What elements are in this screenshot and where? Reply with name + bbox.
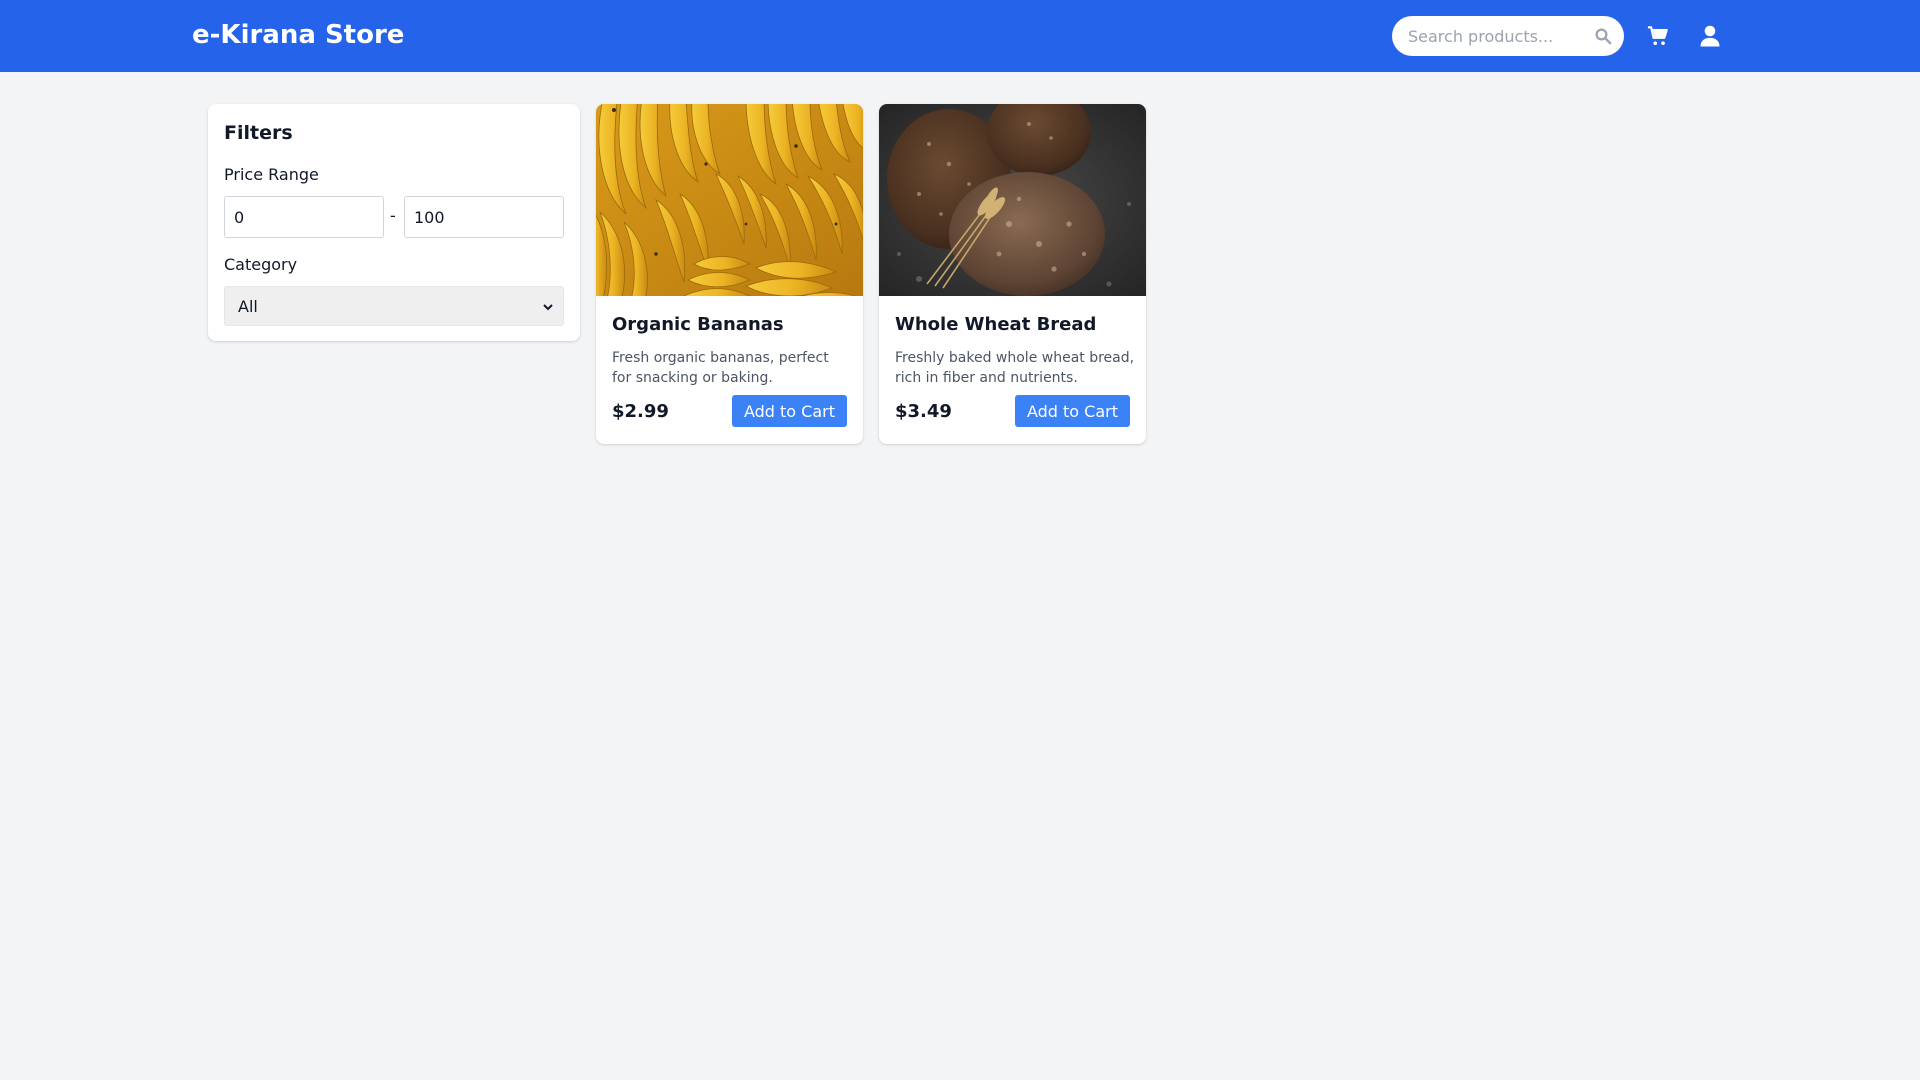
filters-panel: Filters Price Range - Category All	[208, 104, 580, 341]
price-max-input[interactable]	[404, 196, 564, 238]
product-card: Whole Wheat Bread Freshly baked whole wh…	[879, 104, 1146, 444]
product-price: $2.99	[612, 401, 669, 422]
search-box	[1392, 16, 1624, 56]
product-price: $3.49	[895, 401, 952, 422]
category-selected-value: All	[238, 297, 258, 316]
product-name[interactable]: Whole Wheat Bread	[895, 314, 1096, 335]
search-input[interactable]	[1392, 16, 1624, 56]
price-min-input[interactable]	[224, 196, 384, 238]
add-to-cart-button[interactable]: Add to Cart	[1015, 395, 1130, 427]
brand-logo[interactable]: e-Kirana Store	[192, 18, 404, 52]
cart-icon[interactable]	[1647, 25, 1669, 47]
product-description: Freshly baked whole wheat bread, rich in…	[895, 350, 1135, 386]
category-label: Category	[224, 255, 298, 274]
price-range-label: Price Range	[224, 165, 319, 184]
product-card: Organic Bananas Fresh organic bananas, p…	[596, 104, 863, 444]
product-image-bread	[879, 104, 1146, 296]
filters-title: Filters	[224, 122, 293, 144]
product-image-bananas	[596, 104, 863, 296]
category-select[interactable]: All	[224, 286, 564, 326]
search-icon[interactable]	[1594, 27, 1612, 45]
price-separator: -	[390, 206, 396, 225]
add-to-cart-button[interactable]: Add to Cart	[732, 395, 847, 427]
product-description: Fresh organic bananas, perfect for snack…	[612, 350, 829, 386]
chevron-down-icon	[543, 304, 553, 311]
product-name[interactable]: Organic Bananas	[612, 314, 784, 335]
user-icon[interactable]	[1700, 25, 1720, 47]
top-navbar: e-Kirana Store	[0, 0, 1920, 72]
